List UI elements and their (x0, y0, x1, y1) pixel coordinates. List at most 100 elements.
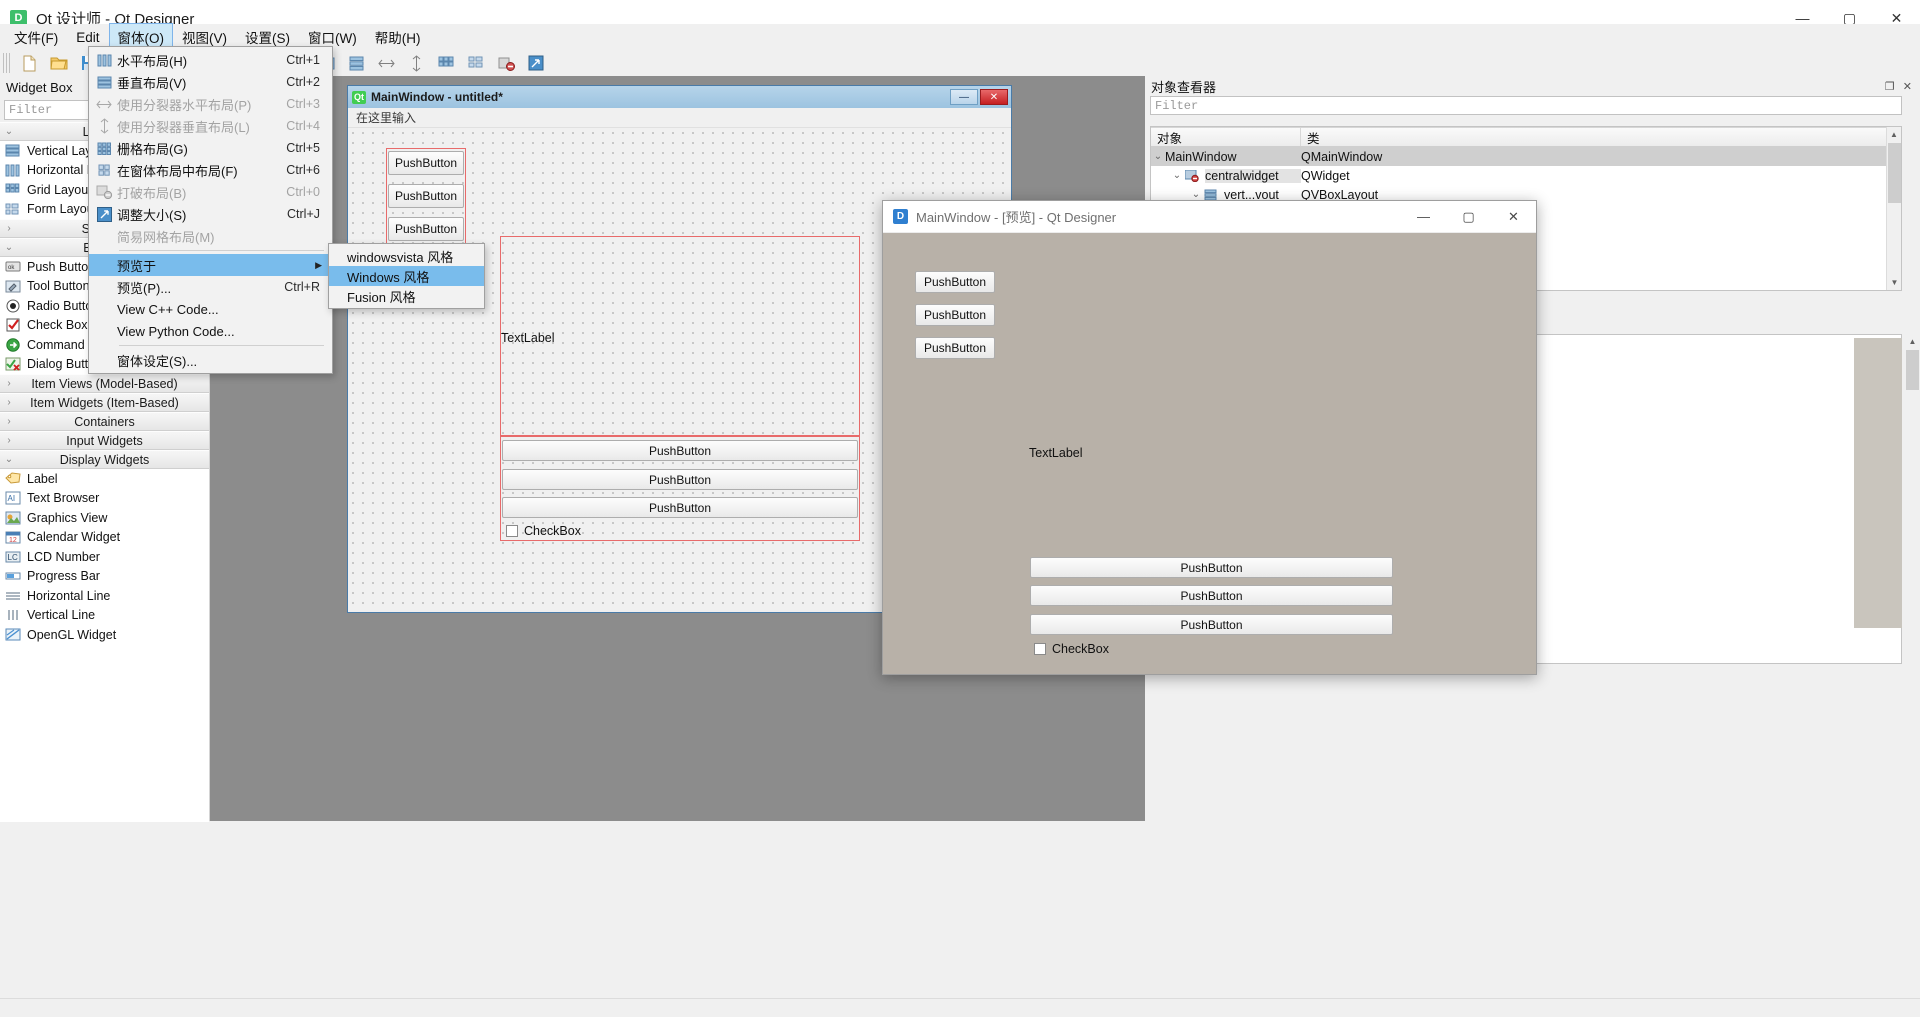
form-wide-push-button-1[interactable]: PushButton (502, 440, 858, 461)
layout-splitter-v-icon[interactable] (401, 51, 431, 75)
preview-checkbox[interactable]: CheckBox (1034, 642, 1109, 656)
menu-item-label: View Python Code... (117, 323, 235, 339)
submenu-item-windows-style[interactable]: Windows 风格 (329, 266, 484, 286)
menu-item-vertical-layout[interactable]: 垂直布局(V) Ctrl+2 (89, 71, 332, 93)
form-menu-placeholder[interactable]: 在这里输入 (348, 108, 1011, 128)
preview-close-button[interactable]: ✕ (1491, 201, 1536, 233)
column-object[interactable]: 对象 (1151, 128, 1301, 146)
menu-item-preview-in[interactable]: 预览于 ▶ (89, 254, 332, 276)
scrollbar-thumb[interactable] (1906, 350, 1919, 390)
table-row[interactable]: ⌄ centralwidget QWidget (1151, 166, 1901, 185)
widget-item-label: Label (27, 471, 58, 486)
submenu-item-windowsvista-style[interactable]: windowsvista 风格 (329, 246, 484, 266)
menu-item-view-python-code[interactable]: View Python Code... (89, 320, 332, 342)
chevron-down-icon[interactable]: ⌄ (1170, 170, 1184, 181)
object-tree-scrollbar[interactable]: ▲ ▼ (1886, 127, 1901, 290)
preview-push-button-1[interactable]: PushButton (915, 271, 995, 293)
preview-wide-push-button-1[interactable]: PushButton (1030, 557, 1393, 578)
preview-minimize-button[interactable]: — (1401, 201, 1446, 233)
layout-vertical-icon[interactable] (341, 51, 371, 75)
widget-item-graphics-view[interactable]: Graphics View (0, 508, 209, 528)
submenu-item-fusion-style[interactable]: Fusion 风格 (329, 286, 484, 306)
empty-icon (91, 277, 117, 297)
object-inspector-filter-input[interactable]: Filter (1150, 96, 1902, 115)
toolbar-grip[interactable] (3, 53, 12, 73)
scroll-up-icon[interactable]: ▲ (1887, 127, 1901, 142)
layout-grid-icon[interactable] (431, 51, 461, 75)
bottom-buttons-layout[interactable]: PushButton PushButton PushButton CheckBo… (500, 436, 860, 541)
scroll-up-icon[interactable]: ▲ (1905, 334, 1920, 349)
preview-push-button-3[interactable]: PushButton (915, 337, 995, 359)
label-area-layout[interactable]: TextLabel (500, 236, 860, 436)
widget-item-opengl-widget[interactable]: OpenGL Widget (0, 625, 209, 645)
widget-item-horizontal-line[interactable]: Horizontal Line (0, 586, 209, 606)
preview-checkbox-label: CheckBox (1052, 642, 1109, 656)
form-checkbox[interactable]: CheckBox (506, 524, 581, 538)
svg-text:AI: AI (7, 494, 15, 503)
widget-group-item-widgets[interactable]: › Item Widgets (Item-Based) (0, 393, 209, 412)
widget-item-progress-bar[interactable]: Progress Bar (0, 566, 209, 586)
table-row[interactable]: ⌄ MainWindow QMainWindow (1151, 147, 1901, 166)
close-icon[interactable]: ✕ (1903, 80, 1912, 93)
preview-maximize-button[interactable]: ▢ (1446, 201, 1491, 233)
widget-item-text-browser[interactable]: AI Text Browser (0, 488, 209, 508)
menu-item-horizontal-layout[interactable]: 水平布局(H) Ctrl+1 (89, 49, 332, 71)
menu-item-shortcut: Ctrl+6 (286, 163, 320, 177)
menu-item-preview[interactable]: 预览(P)... Ctrl+R (89, 276, 332, 298)
widget-icon (1184, 169, 1200, 183)
form-wide-push-button-3[interactable]: PushButton (502, 497, 858, 518)
float-icon[interactable]: ❐ (1885, 80, 1895, 93)
widget-group-label: Item Widgets (Item-Based) (30, 395, 179, 410)
chevron-down-icon[interactable]: ⌄ (1189, 189, 1203, 200)
new-file-icon[interactable] (14, 51, 44, 75)
widget-group-label: Input Widgets (66, 433, 143, 448)
menu-item-shortcut: Ctrl+J (287, 207, 320, 221)
menu-separator (119, 345, 324, 346)
form-close-button[interactable]: ✕ (980, 89, 1008, 105)
object-class: QWidget (1301, 168, 1350, 183)
menu-item-grid-layout[interactable]: 栅格布局(G) Ctrl+5 (89, 137, 332, 159)
empty-icon (91, 321, 117, 341)
opengl-widget-icon (4, 627, 21, 642)
menu-item-form-settings[interactable]: 窗体设定(S)... (89, 349, 332, 371)
chevron-right-icon: › (7, 397, 11, 408)
widget-item-label[interactable]: Label (0, 469, 209, 489)
menu-item-label: View C++ Code... (117, 301, 219, 317)
break-layout-icon[interactable] (491, 51, 521, 75)
widget-group-display-widgets[interactable]: ⌄ Display Widgets (0, 450, 209, 469)
widget-group-containers[interactable]: › Containers (0, 412, 209, 431)
preview-wide-push-button-3[interactable]: PushButton (1030, 614, 1393, 635)
property-editor-scrollbar[interactable]: ▲ (1905, 334, 1920, 664)
widget-item-calendar-widget[interactable]: 12 Calendar Widget (0, 527, 209, 547)
form-push-button-1[interactable]: PushButton (388, 151, 464, 175)
menu-file[interactable]: 文件(F) (5, 23, 67, 51)
chevron-down-icon[interactable]: ⌄ (1151, 151, 1165, 162)
vertical-layout-icon (91, 72, 117, 92)
menu-item-view-cpp-code[interactable]: View C++ Code... (89, 298, 332, 320)
widget-group-input-widgets[interactable]: › Input Widgets (0, 431, 209, 450)
column-class[interactable]: 类 (1301, 128, 1901, 146)
preview-push-button-2[interactable]: PushButton (915, 304, 995, 326)
layout-form-icon[interactable] (461, 51, 491, 75)
layout-splitter-h-icon[interactable] (371, 51, 401, 75)
menu-item-shortcut: Ctrl+4 (286, 119, 320, 133)
object-inspector-title-bar: 对象查看器 ❐ ✕ (1145, 76, 1920, 96)
dialog-button-box-icon (4, 357, 21, 372)
form-wide-push-button-2[interactable]: PushButton (502, 469, 858, 490)
widget-item-vertical-line[interactable]: Vertical Line (0, 605, 209, 625)
menu-item-form-layout[interactable]: 在窗体布局中布局(F) Ctrl+6 (89, 159, 332, 181)
form-push-button-2[interactable]: PushButton (388, 184, 464, 208)
preview-wide-push-button-2[interactable]: PushButton (1030, 585, 1393, 606)
widget-item-lcd-number[interactable]: LC LCD Number (0, 547, 209, 567)
open-file-icon[interactable] (44, 51, 74, 75)
form-minimize-button[interactable]: — (950, 89, 978, 105)
widget-group-item-views[interactable]: › Item Views (Model-Based) (0, 374, 209, 393)
scrollbar-thumb[interactable] (1888, 143, 1901, 203)
adjust-size-icon[interactable] (521, 51, 551, 75)
menu-help[interactable]: 帮助(H) (366, 23, 430, 51)
menu-item-adjust-size[interactable]: 调整大小(S) Ctrl+J (89, 203, 332, 225)
form-push-button-3[interactable]: PushButton (388, 217, 464, 241)
svg-text:LC: LC (7, 553, 17, 562)
scroll-down-icon[interactable]: ▼ (1887, 275, 1901, 290)
preview-title: MainWindow - [预览] - Qt Designer (916, 210, 1117, 225)
